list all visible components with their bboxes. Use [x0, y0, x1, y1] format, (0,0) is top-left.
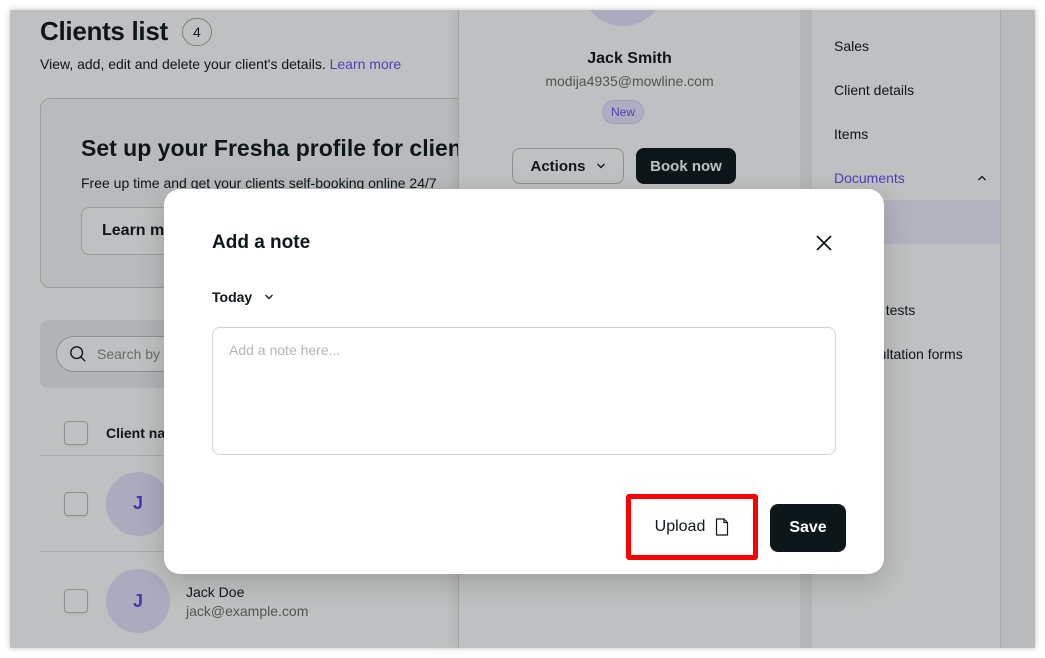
app-frame: Clients list 4 View, add, edit and delet… — [10, 10, 1035, 648]
date-dropdown-label: Today — [212, 289, 253, 305]
upload-button[interactable]: Upload — [626, 494, 758, 560]
close-icon — [816, 235, 832, 251]
clients-page: Clients list 4 View, add, edit and delet… — [10, 10, 1035, 648]
note-textarea[interactable] — [212, 327, 836, 455]
save-button[interactable]: Save — [770, 504, 846, 552]
upload-label: Upload — [654, 518, 706, 535]
date-dropdown[interactable]: Today — [212, 289, 274, 305]
close-button[interactable] — [812, 231, 836, 255]
chevron-down-icon — [265, 294, 274, 300]
modal-title: Add a note — [212, 232, 311, 253]
add-note-modal: Add a note Today Upload Save — [164, 189, 884, 574]
file-icon — [716, 518, 729, 536]
